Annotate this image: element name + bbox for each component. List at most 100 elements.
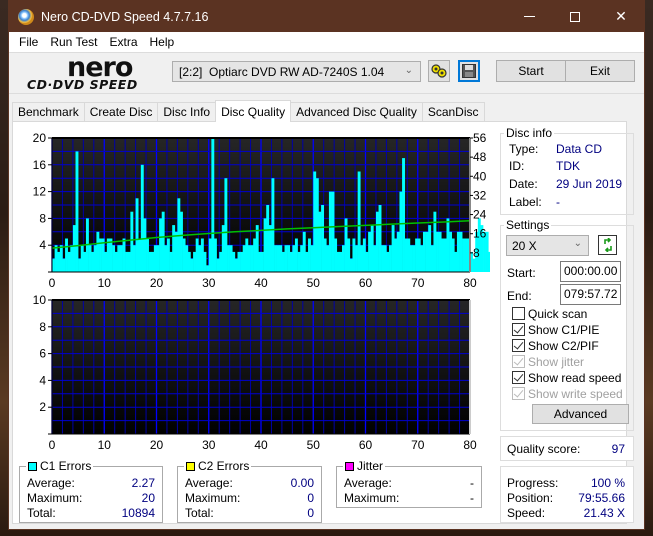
c1-bar [135, 198, 139, 272]
c1-bar [360, 245, 364, 272]
c1-bar [334, 238, 338, 272]
jitter-maximum-value: - [470, 491, 474, 505]
c1-bar [258, 251, 262, 272]
c1-bar [415, 238, 419, 272]
jitter-maximum-label: Maximum: [344, 491, 400, 505]
checkbox-box[interactable] [512, 371, 525, 384]
position-value: 79:55.66 [578, 491, 625, 505]
c1-bar [438, 231, 442, 272]
checkbox-show-read-speed[interactable]: Show read speed [512, 370, 621, 385]
c2-chart-svg: 2 4 6 8 10 0 10 20 30 40 50 60 70 80 [33, 293, 477, 452]
c1-bar [245, 238, 249, 272]
tab-disc-info[interactable]: Disc Info [157, 102, 217, 121]
jitter-title: Jitter [357, 459, 384, 473]
tab-disc-quality[interactable]: Disc Quality [215, 100, 292, 122]
c1-bar [106, 238, 110, 272]
c1-chart: 4 8 12 16 20 8 16 24 32 40 48 56 0 10 20 30 40 50 60 70 80 [20, 128, 490, 293]
c1-bar [96, 231, 100, 272]
c1-bar [451, 238, 455, 272]
c1-chart-svg: 4812162081624324048560 10 20 30 40 50 60 70 80 [33, 131, 490, 290]
refresh-icon [603, 238, 612, 252]
c1-bar [114, 251, 118, 272]
c1-bar [203, 251, 207, 272]
checkbox-box[interactable] [512, 323, 525, 336]
c1-bar [302, 231, 306, 272]
refresh-speed-button[interactable] [598, 235, 617, 255]
checkbox-label: Show read speed [528, 370, 622, 385]
start-time-input[interactable]: 000:00.00 [560, 261, 621, 282]
exit-button[interactable]: Exit [565, 60, 635, 82]
c1-bar [88, 245, 92, 272]
speed-select[interactable]: 20 X ⌄ [506, 235, 589, 256]
x-tick-label: 80 [463, 438, 477, 452]
chevron-down-icon: ⌄ [404, 65, 413, 76]
menu-bar: File Run Test Extra Help [9, 32, 644, 52]
c1-bar [159, 218, 163, 272]
c1-bar [459, 231, 463, 272]
y-tick-label: 12 [33, 185, 47, 199]
drive-config-icon [431, 64, 447, 78]
end-time-input[interactable]: 079:57.72 [560, 284, 621, 305]
c1-bar [72, 225, 76, 272]
disc-info-group: Disc info Type: Data CD ID: TDK Date: 29 Ju… [500, 126, 634, 215]
checkbox-show-c1-pie[interactable]: Show C1/PIE [512, 322, 599, 337]
title-bar[interactable]: Nero CD-DVD Speed 4.7.7.16 ✕ [9, 1, 644, 32]
tab-create-disc[interactable]: Create Disc [83, 102, 159, 121]
close-button[interactable]: ✕ [598, 1, 644, 32]
drive-select[interactable]: [2:2] Optiarc DVD RW AD-7240S 1.04 ⌄ [172, 61, 421, 82]
c1-bar [396, 231, 400, 272]
c1-bar [229, 245, 233, 272]
tab-advanced-disc-quality[interactable]: Advanced Disc Quality [290, 102, 423, 121]
c1-bar [219, 251, 223, 272]
c1-average-label: Average: [27, 476, 75, 490]
x-tick-label: 50 [307, 438, 321, 452]
menu-extra[interactable]: Extra [103, 35, 143, 49]
start-button[interactable]: Start [496, 60, 566, 82]
c1-bar [428, 225, 432, 272]
checkbox-box[interactable] [512, 339, 525, 352]
menu-run-test[interactable]: Run Test [44, 35, 103, 49]
x-tick-label: 80 [463, 276, 477, 290]
c1-bar [247, 245, 251, 272]
c1-bar [274, 245, 277, 272]
c1-bar [180, 211, 183, 272]
c1-bar [117, 245, 121, 272]
checkbox-quick-scan[interactable]: Quick scan [512, 306, 587, 321]
c1-bar [331, 191, 335, 272]
c1-bar [234, 258, 238, 272]
y-right-tick-label: 32 [473, 188, 487, 202]
menu-file[interactable]: File [13, 35, 44, 49]
c1-bar [125, 251, 129, 272]
c1-bar [172, 225, 176, 272]
maximize-button[interactable] [552, 1, 598, 32]
c1-bar [279, 245, 283, 272]
c1-bar [208, 238, 212, 272]
tab-scandisc[interactable]: ScanDisc [421, 102, 485, 121]
save-button[interactable] [458, 60, 480, 82]
c1-bar [362, 238, 366, 272]
c2-legend-swatch [186, 461, 195, 471]
menu-help[interactable]: Help [144, 35, 181, 49]
c1-bar [368, 231, 372, 272]
c1-bar [310, 245, 314, 272]
checkbox-show-c2-pif[interactable]: Show C2/PIF [512, 338, 599, 353]
minimize-button[interactable] [506, 1, 552, 32]
c1-bar [213, 238, 217, 272]
logo-product: CD·DVD SPEED [27, 77, 138, 92]
c1-legend-swatch [28, 461, 37, 471]
advanced-button[interactable]: Advanced [532, 404, 629, 424]
c1-bar [292, 245, 296, 272]
c1-bar [420, 245, 424, 272]
y-tick-label: 6 [39, 347, 46, 361]
c1-bar [323, 238, 327, 272]
c1-bar [378, 205, 382, 272]
progress-box: Progress: 100 % Position: 79:55.66 Speed… [500, 466, 634, 523]
tab-benchmark[interactable]: Benchmark [12, 102, 85, 121]
c1-average-value: 2.27 [131, 476, 155, 490]
c1-bar [287, 245, 291, 272]
c1-bar [263, 218, 267, 272]
c1-bar [253, 238, 257, 272]
checkbox-box[interactable] [512, 307, 525, 320]
drive-config-button[interactable] [428, 60, 450, 82]
c2-errors-group: C2 Errors Average: 0.00 Maximum: 0 Total: 0 [177, 459, 322, 523]
